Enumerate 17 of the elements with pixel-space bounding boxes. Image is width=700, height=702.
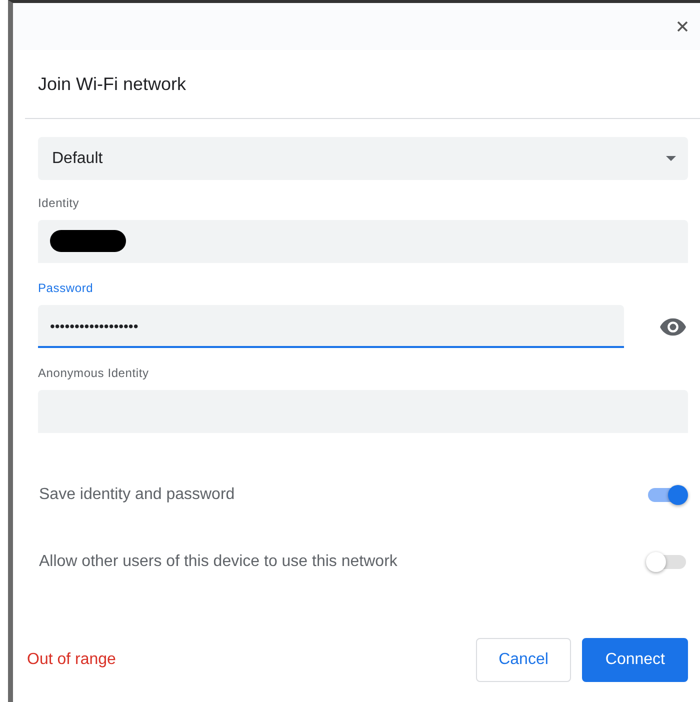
caret-icon bbox=[666, 156, 676, 161]
cancel-button[interactable]: Cancel bbox=[476, 638, 572, 682]
toggle-switch[interactable] bbox=[646, 485, 688, 505]
dialog-title: Join Wi-Fi network bbox=[37, 73, 188, 96]
close-icon[interactable] bbox=[677, 21, 688, 32]
eye-icon[interactable] bbox=[660, 318, 686, 336]
toggle-label: Allow other users of this device to use this network bbox=[39, 553, 398, 571]
status-message: Out of range bbox=[27, 651, 117, 669]
field-label: Identity bbox=[38, 196, 80, 210]
certificate-dropdown[interactable]: Default bbox=[38, 137, 688, 180]
connect-button[interactable]: Connect bbox=[582, 638, 688, 682]
toggle-switch[interactable] bbox=[646, 552, 688, 572]
text-field[interactable] bbox=[38, 220, 688, 263]
toggle-label: Save identity and password bbox=[39, 486, 235, 504]
field-label: Password bbox=[38, 281, 94, 295]
field-label: Anonymous Identity bbox=[38, 366, 150, 380]
password-field[interactable]: •••••••••••••••••• bbox=[38, 305, 624, 348]
